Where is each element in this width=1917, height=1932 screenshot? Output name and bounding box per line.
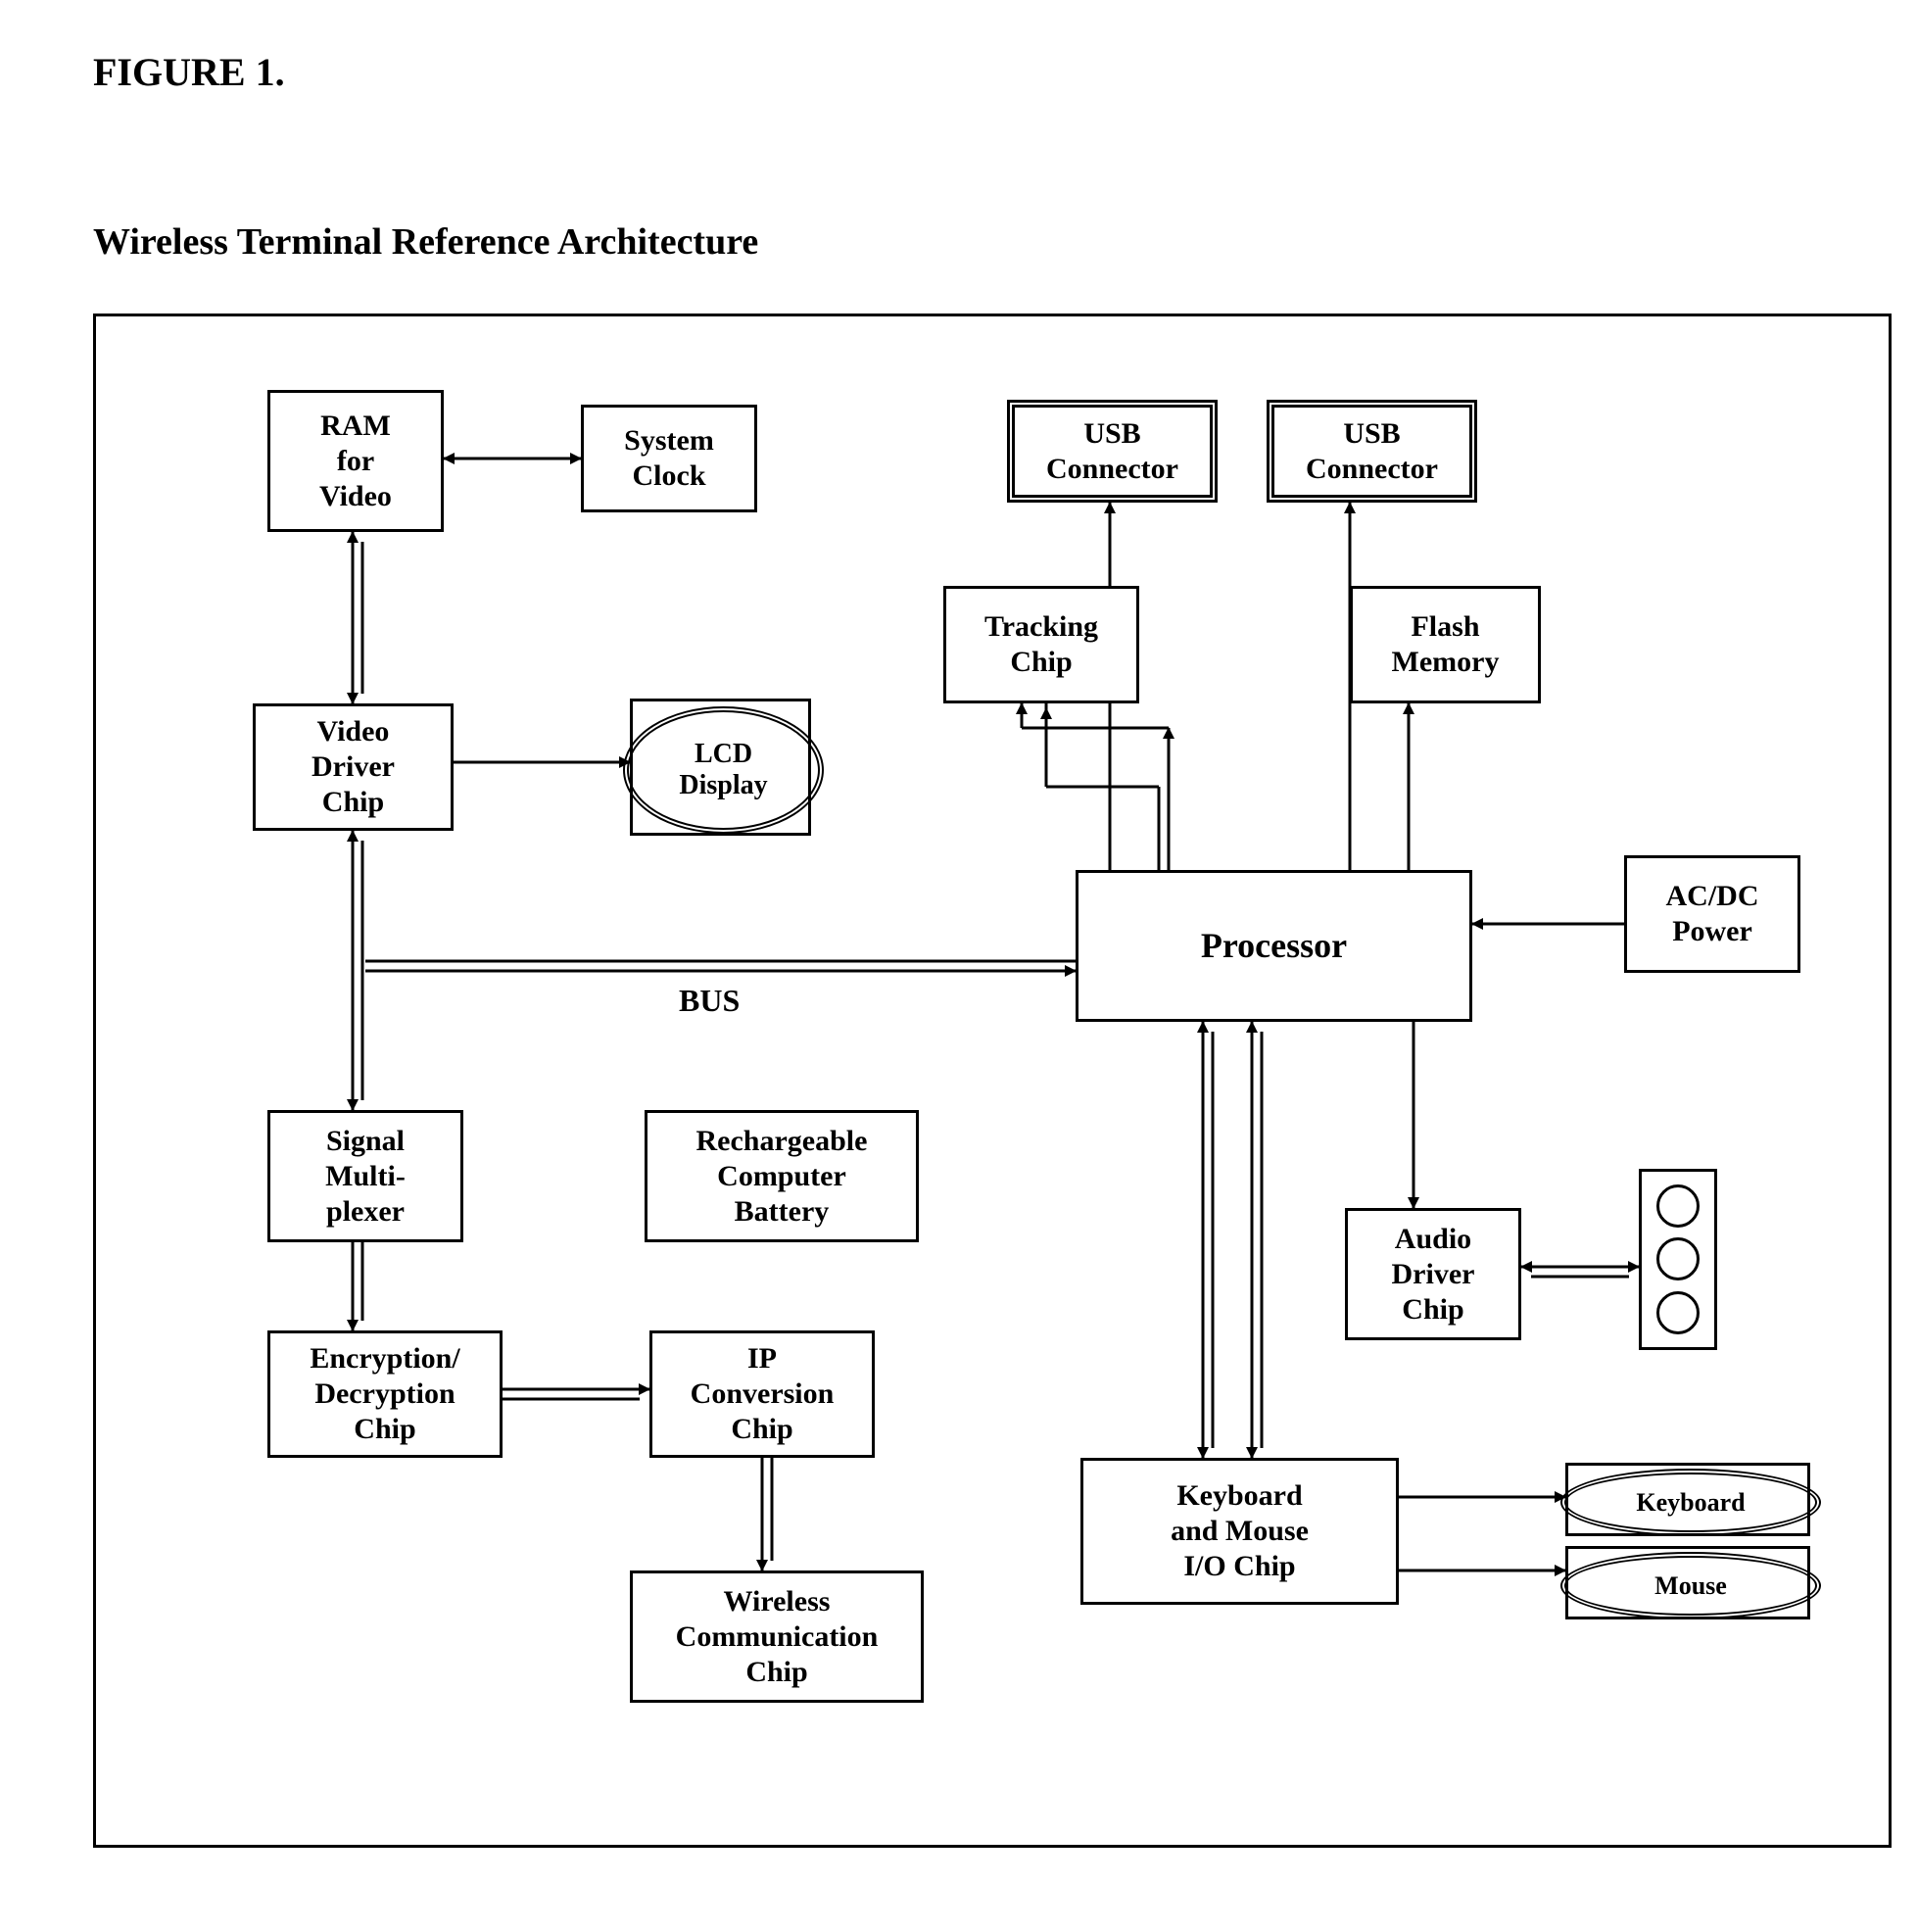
block-lcd-display: LCDDisplay (630, 699, 811, 836)
block-system-clock: SystemClock (581, 405, 757, 512)
block-kb-mouse-io: Keyboardand MouseI/O Chip (1080, 1458, 1399, 1605)
label-flash-memory: FlashMemory (1392, 609, 1500, 680)
block-battery: RechargeableComputerBattery (645, 1110, 919, 1242)
diagram-frame: RAMforVideo SystemClock USBConnector USB… (93, 314, 1892, 1848)
label-encryption: Encryption/DecryptionChip (310, 1341, 459, 1447)
label-tracking-chip: TrackingChip (984, 609, 1098, 680)
label-ip-conversion: IPConversionChip (691, 1341, 835, 1447)
label-mouse: Mouse (1654, 1571, 1727, 1601)
label-lcd-display: LCDDisplay (679, 739, 767, 801)
figure-title: Wireless Terminal Reference Architecture (93, 220, 758, 264)
label-wireless-comm: WirelessCommunicationChip (676, 1584, 879, 1690)
block-encryption: Encryption/DecryptionChip (267, 1330, 503, 1458)
figure-label: FIGURE 1. (93, 49, 285, 95)
block-wireless-comm: WirelessCommunicationChip (630, 1570, 924, 1703)
label-acdc-power: AC/DCPower (1666, 879, 1759, 949)
block-acdc-power: AC/DCPower (1624, 855, 1800, 973)
block-ip-conversion: IPConversionChip (649, 1330, 875, 1458)
block-flash-memory: FlashMemory (1350, 586, 1541, 703)
block-usb-2: USBConnector (1267, 400, 1477, 503)
audio-jack-circle-icon (1656, 1237, 1700, 1280)
bus-label: BUS (679, 983, 740, 1019)
block-usb-1: USBConnector (1007, 400, 1218, 503)
audio-jack-circle-icon (1656, 1291, 1700, 1334)
label-ram-video: RAMforVideo (319, 409, 392, 514)
block-audio-jack (1639, 1169, 1717, 1350)
block-keyboard: Keyboard (1565, 1463, 1810, 1536)
label-audio-driver: AudioDriverChip (1392, 1222, 1475, 1328)
label-processor: Processor (1201, 925, 1347, 967)
block-ram-video: RAMforVideo (267, 390, 444, 532)
label-usb-1: USBConnector (1046, 416, 1178, 487)
block-tracking-chip: TrackingChip (943, 586, 1139, 703)
label-video-driver: VideoDriverChip (312, 714, 395, 820)
label-signal-mux: SignalMulti-plexer (325, 1124, 406, 1230)
block-mouse: Mouse (1565, 1546, 1810, 1619)
label-battery: RechargeableComputerBattery (696, 1124, 868, 1230)
block-audio-driver: AudioDriverChip (1345, 1208, 1521, 1340)
block-processor: Processor (1076, 870, 1472, 1022)
label-usb-2: USBConnector (1306, 416, 1438, 487)
block-signal-mux: SignalMulti-plexer (267, 1110, 463, 1242)
label-keyboard: Keyboard (1636, 1488, 1745, 1518)
block-video-driver: VideoDriverChip (253, 703, 454, 831)
label-kb-mouse-io: Keyboardand MouseI/O Chip (1171, 1478, 1309, 1584)
audio-jack-circle-icon (1656, 1184, 1700, 1228)
label-system-clock: SystemClock (624, 423, 714, 494)
